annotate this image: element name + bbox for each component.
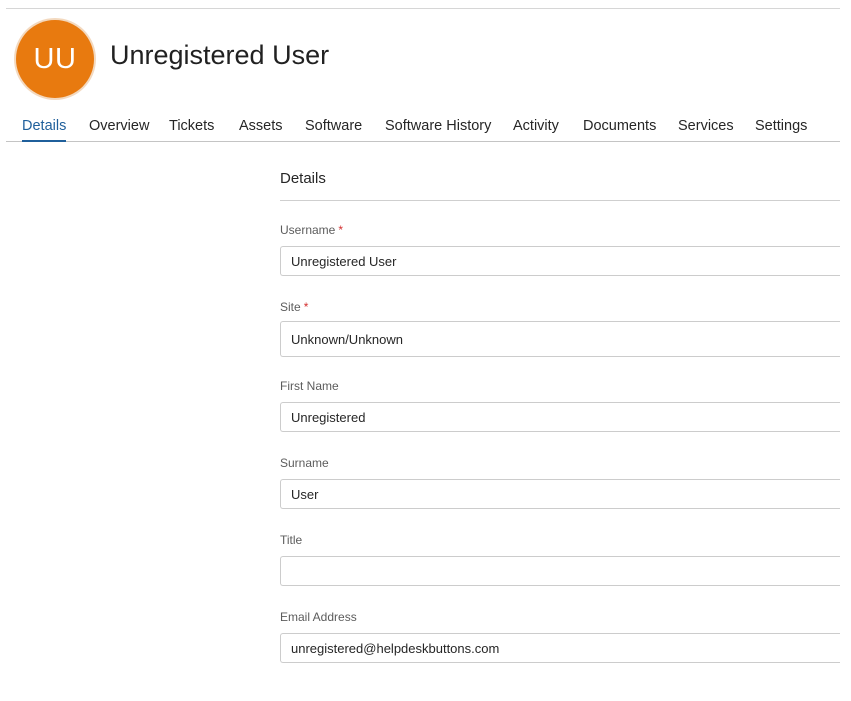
tab-services[interactable]: Services xyxy=(678,112,734,141)
tab-bar: Details Overview Tickets Assets Software… xyxy=(6,112,840,142)
email-field[interactable]: unregistered@helpdeskbuttons.com xyxy=(280,633,840,663)
username-field[interactable]: Unregistered User xyxy=(280,246,840,276)
section-divider xyxy=(280,200,840,201)
tab-software-history[interactable]: Software History xyxy=(385,112,491,141)
tab-software[interactable]: Software xyxy=(305,112,362,141)
surname-value: User xyxy=(291,486,319,502)
top-divider xyxy=(6,8,840,9)
site-field[interactable]: Unknown/Unknown xyxy=(280,321,840,357)
site-label: Site * xyxy=(280,300,308,314)
title-field[interactable] xyxy=(280,556,840,586)
first-name-field[interactable]: Unregistered xyxy=(280,402,840,432)
title-label: Title xyxy=(280,533,303,547)
first-name-value: Unregistered xyxy=(291,409,366,425)
section-title: Details xyxy=(280,170,326,187)
page-title: Unregistered User xyxy=(110,40,330,70)
tab-documents[interactable]: Documents xyxy=(583,112,656,141)
required-mark: * xyxy=(338,223,344,237)
username-value: Unregistered User xyxy=(291,253,397,269)
site-value: Unknown/Unknown xyxy=(291,331,404,347)
surname-field[interactable]: User xyxy=(280,479,840,509)
email-label: Email Address xyxy=(280,610,357,624)
tab-activity[interactable]: Activity xyxy=(513,112,559,141)
site-label-text: Site xyxy=(280,300,301,314)
first-name-label: First Name xyxy=(280,379,339,393)
tab-details[interactable]: Details xyxy=(22,112,67,142)
tab-tickets[interactable]: Tickets xyxy=(169,112,214,141)
avatar-initials: UU xyxy=(33,42,77,75)
tab-overview[interactable]: Overview xyxy=(89,112,149,141)
tab-assets[interactable]: Assets xyxy=(239,112,283,141)
surname-label: Surname xyxy=(280,456,329,470)
user-details-page: UU Unregistered User Details Overview Ti… xyxy=(0,0,851,701)
avatar: UU xyxy=(16,20,94,98)
username-label-text: Username xyxy=(280,223,336,237)
email-value: unregistered@helpdeskbuttons.com xyxy=(291,640,500,656)
username-label: Username * xyxy=(280,223,343,237)
required-mark: * xyxy=(303,300,309,314)
tab-settings[interactable]: Settings xyxy=(755,112,807,141)
